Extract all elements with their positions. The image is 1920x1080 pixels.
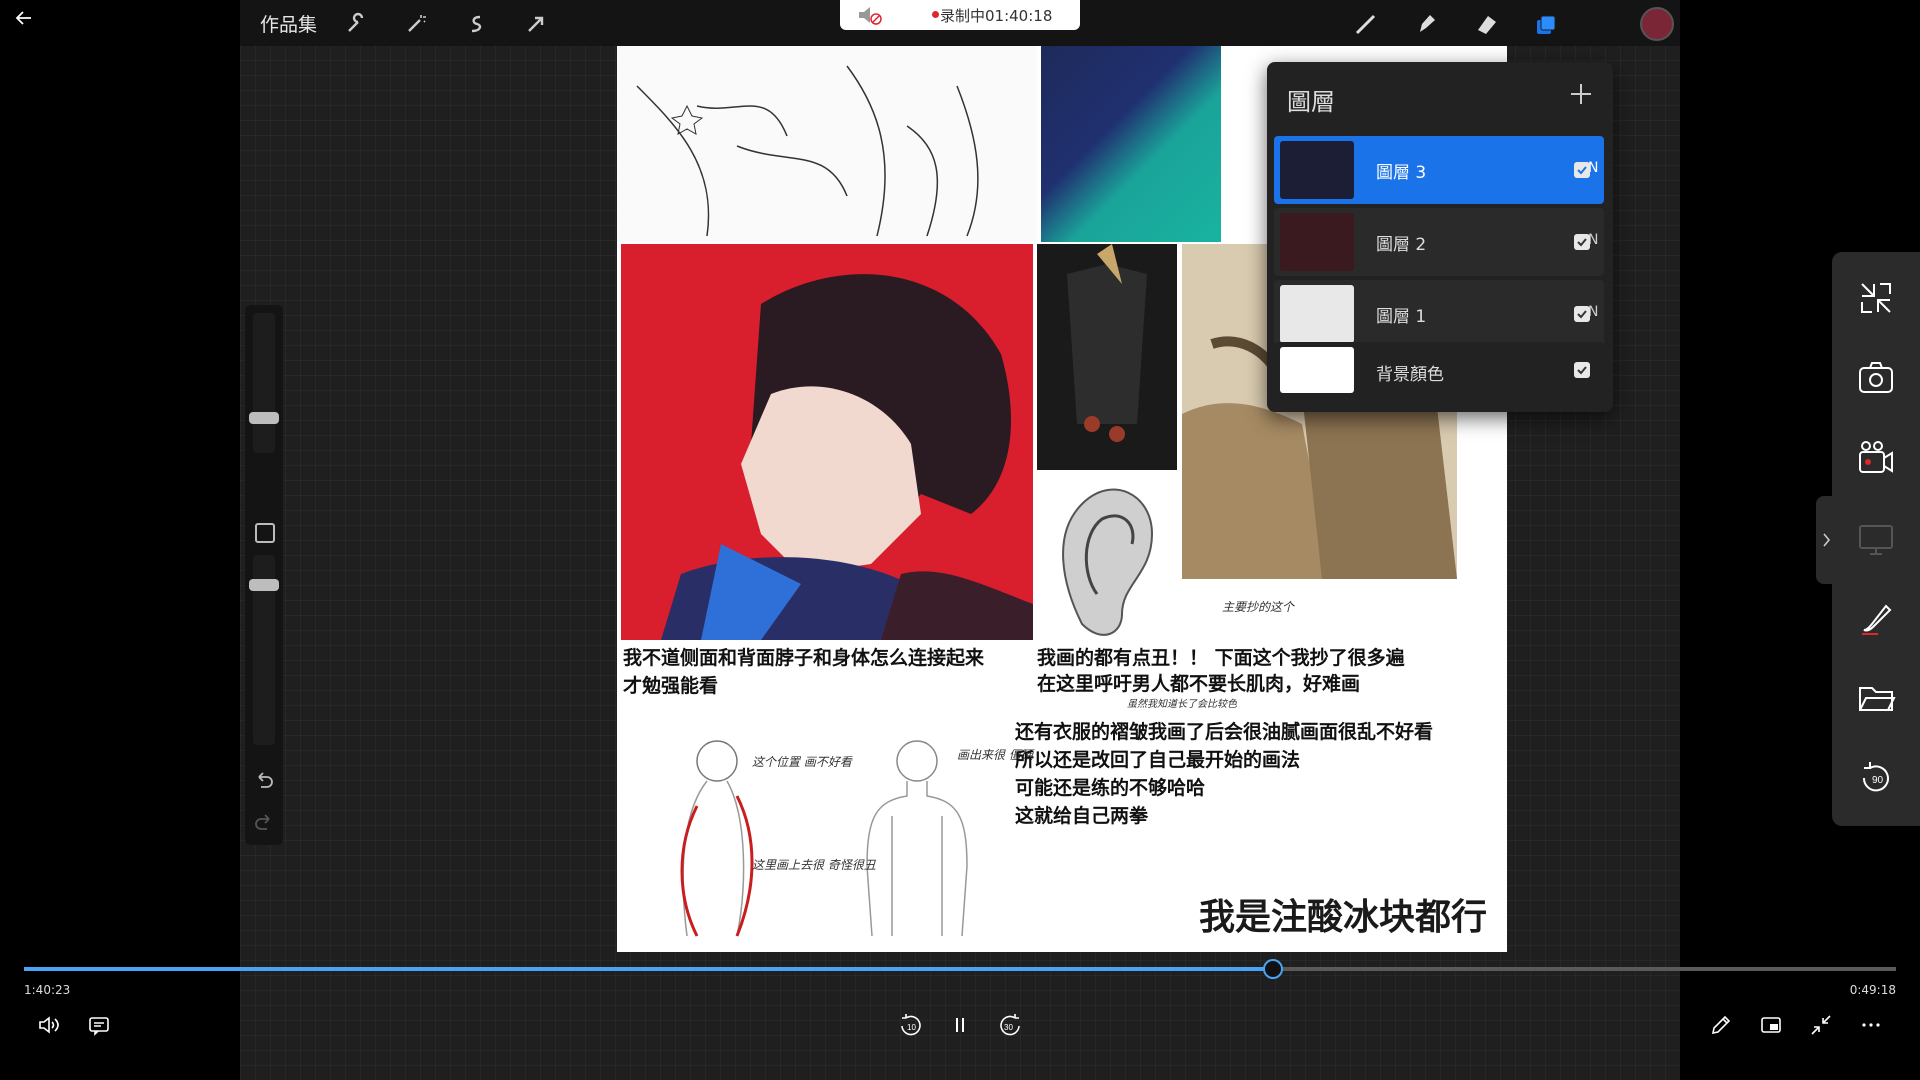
redo-icon[interactable] (253, 811, 275, 833)
magic-wand-icon[interactable] (402, 10, 430, 38)
svg-text:90: 90 (1872, 775, 1884, 786)
skip-back-label: 10 (907, 1023, 916, 1032)
eraser-icon[interactable] (1472, 10, 1500, 38)
subtitles-icon[interactable] (86, 1012, 112, 1038)
layer-row[interactable]: 圖層 2 N (1274, 208, 1604, 276)
layers-panel-title: 圖層 (1287, 88, 1335, 116)
caption-neck: 我不道侧面和背面脖子和身体怎么连接起来 (623, 647, 985, 669)
add-layer-icon[interactable] (1567, 80, 1595, 108)
record-video-icon[interactable] (1854, 436, 1898, 480)
sketch-note-weird: 这里画上去很 奇怪很丑 (752, 858, 876, 872)
screen-cast-icon[interactable] (1854, 516, 1898, 560)
time-elapsed: 1:40:23 (24, 983, 71, 997)
layer-name: 背景顏色 (1376, 365, 1444, 385)
back-icon[interactable] (12, 6, 36, 30)
layer-row[interactable]: 背景顏色 (1274, 342, 1604, 398)
caption-folds-4: 这就给自己两拳 (1015, 805, 1149, 827)
caption-signature: 我是注酸冰块都行 (1198, 897, 1487, 938)
caption-folds: 还有衣服的褶皱我画了后会很油腻画面很乱不好看 (1015, 721, 1434, 743)
accessory-photo-reference (1037, 244, 1177, 470)
video-frame: 作品集 录制中01:40:18 这个位置 画不好看 画出来很 僵硬 主要抄的这个… (240, 0, 1680, 1080)
time-total: 0:49:18 (1849, 983, 1896, 997)
caption-folds-2: 所以还是改回了自己最开始的画法 (1015, 749, 1301, 771)
rotate-90-icon[interactable]: 90 (1854, 756, 1898, 800)
brush-size-handle[interactable] (249, 412, 279, 424)
layer-blend-mode[interactable]: N (1588, 232, 1602, 248)
layer-row[interactable]: 圖層 1 N (1274, 280, 1604, 348)
layer-visibility-checkbox[interactable] (1574, 234, 1590, 250)
pause-icon[interactable] (947, 1012, 973, 1038)
annotate-brush-icon[interactable] (1854, 596, 1898, 640)
front-body-sketch (852, 736, 982, 946)
caption-neck-2: 才勉强能看 (623, 675, 719, 697)
progress-fill (24, 967, 1273, 971)
lineart-sketch (617, 46, 1037, 242)
recording-time: 录制中01:40:18 (940, 7, 1053, 25)
teal-character-reference (1041, 46, 1221, 242)
screenshot-camera-icon[interactable] (1854, 356, 1898, 400)
wrench-icon[interactable] (342, 10, 370, 38)
smudge-icon[interactable] (1412, 10, 1440, 38)
volume-icon[interactable] (36, 1012, 62, 1038)
mini-player-icon[interactable] (1758, 1012, 1784, 1038)
layer-thumbnail (1280, 347, 1354, 393)
layer-name: 圖層 3 (1376, 163, 1427, 183)
brush-icon[interactable] (1352, 10, 1380, 38)
skip-forward-icon[interactable]: 30 (997, 1012, 1023, 1038)
caption-muscle: 在这里呼吁男人都不要长肌肉，好难画 (1037, 673, 1361, 695)
layer-visibility-checkbox[interactable] (1574, 306, 1590, 322)
side-tool-panel: 90 (1832, 252, 1920, 826)
layer-thumbnail (1280, 213, 1354, 271)
layer-blend-mode[interactable]: N (1588, 160, 1602, 176)
selection-icon[interactable] (462, 10, 490, 38)
layers-icon[interactable] (1532, 10, 1560, 38)
undo-icon[interactable] (253, 769, 275, 791)
sketch-note-copied: 主要抄的这个 (1222, 600, 1295, 614)
layer-visibility-checkbox[interactable] (1574, 362, 1590, 378)
anime-portrait-reference (621, 244, 1033, 640)
layer-thumbnail (1280, 285, 1354, 343)
caption-ugly: 我画的都有点丑！！ 下面这个我抄了很多遍 (1037, 647, 1405, 669)
gallery-button[interactable]: 作品集 (260, 10, 317, 37)
exit-fullscreen-icon[interactable] (1854, 276, 1898, 320)
progress-thumb[interactable] (1262, 959, 1283, 979)
layers-panel: 圖層 圖層 3 N 圖層 2 N 圖層 1 N 背景顏色 (1267, 62, 1613, 412)
opacity-handle[interactable] (249, 579, 279, 591)
more-options-icon[interactable] (1858, 1012, 1884, 1038)
layer-name: 圖層 1 (1376, 307, 1427, 327)
open-folder-icon[interactable] (1854, 676, 1898, 720)
brush-size-slider[interactable] (253, 313, 275, 453)
color-picker-button[interactable] (1640, 7, 1674, 41)
sketch-note-position: 这个位置 画不好看 (752, 755, 852, 769)
recording-indicator: 录制中01:40:18 (840, 0, 1080, 30)
skip-forward-label: 30 (1004, 1023, 1013, 1032)
sketch-note-muscle: 虽然我知道长了会比较色 (1127, 699, 1237, 710)
skip-back-icon[interactable]: 10 (898, 1012, 924, 1038)
exit-fullscreen-small-icon[interactable] (1808, 1012, 1834, 1038)
app-sidebar (245, 305, 283, 845)
layer-visibility-checkbox[interactable] (1574, 162, 1590, 178)
modify-button[interactable] (255, 523, 275, 543)
ear-drawing-reference (1042, 474, 1172, 644)
recording-dot-icon (932, 11, 939, 18)
layer-row[interactable]: 圖層 3 N (1274, 136, 1604, 204)
layer-blend-mode[interactable]: N (1588, 304, 1602, 320)
transform-icon[interactable] (522, 10, 550, 38)
draw-pen-icon[interactable] (1708, 1012, 1734, 1038)
app-toolbar: 作品集 录制中01:40:18 (240, 0, 1680, 46)
layer-name: 圖層 2 (1376, 235, 1427, 255)
caption-folds-3: 可能还是练的不够哈哈 (1015, 777, 1206, 799)
mute-icon[interactable] (856, 4, 882, 26)
video-progress-bar[interactable] (24, 959, 1896, 979)
layer-thumbnail (1280, 141, 1354, 199)
